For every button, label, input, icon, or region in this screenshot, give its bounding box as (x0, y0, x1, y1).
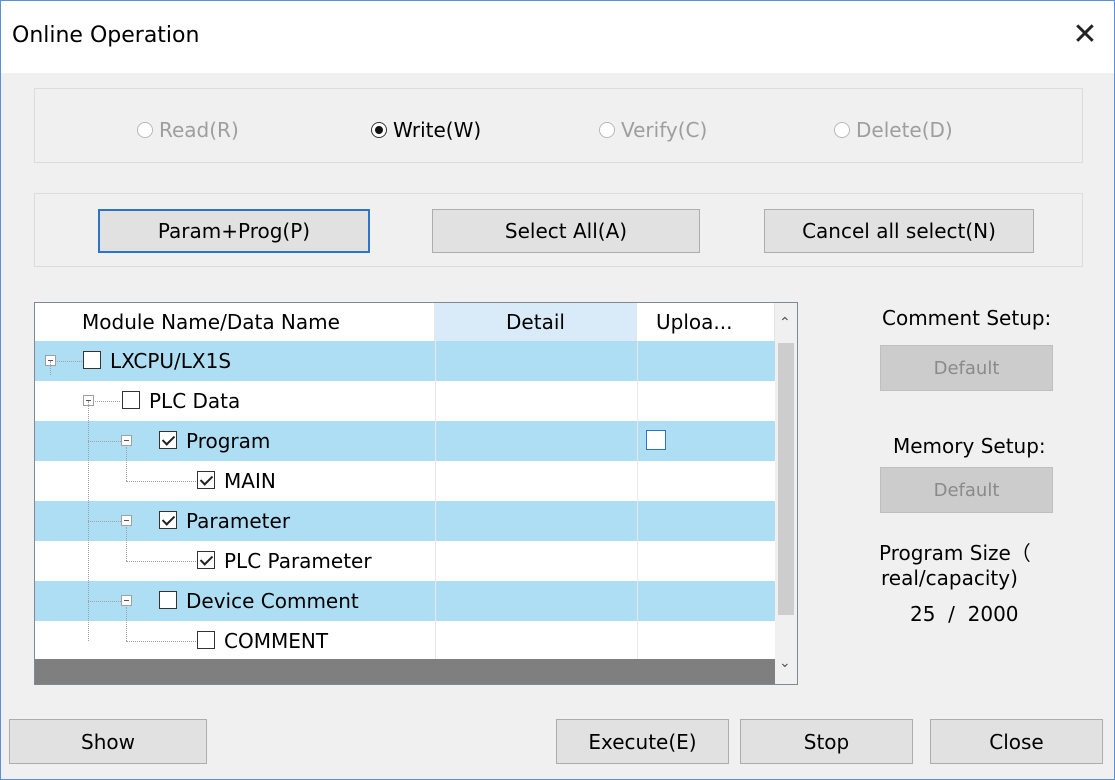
radio-delete-circle[interactable] (834, 122, 850, 138)
collapse-icon[interactable] (121, 595, 132, 606)
radio-delete-label: Delete(D) (856, 118, 953, 142)
column-module-name[interactable]: Module Name/Data Name (35, 303, 435, 341)
column-separator (435, 341, 436, 659)
tree-label-lxcpu: LXCPU/LX1S (110, 349, 232, 373)
tree-line (126, 527, 127, 561)
checkbox-lxcpu[interactable] (83, 351, 101, 369)
checkbox-comment[interactable] (197, 631, 215, 649)
collapse-icon[interactable] (121, 515, 132, 526)
checkbox-program[interactable] (159, 431, 177, 449)
radio-read-circle[interactable] (137, 122, 153, 138)
program-size-value: 25 / 2000 (910, 602, 1019, 626)
tree-line (88, 521, 121, 522)
close-button[interactable]: Close (930, 719, 1103, 764)
tree-label-plc-parameter: PLC Parameter (224, 549, 372, 573)
tree-line (88, 601, 121, 602)
select-all-button[interactable]: Select All(A) (432, 209, 700, 253)
radio-read-label: Read(R) (159, 118, 239, 142)
tree-row-plc-data[interactable]: PLC Data (35, 381, 775, 421)
tree-label-device-comment: Device Comment (186, 589, 359, 613)
scroll-up-icon[interactable]: ⌃ (779, 315, 791, 331)
column-detail[interactable]: Detail (435, 303, 637, 341)
tree-line (126, 607, 127, 641)
cancel-all-select-button[interactable]: Cancel all select(N) (764, 209, 1034, 253)
window-title: Online Operation (12, 23, 200, 48)
collapse-icon[interactable] (121, 435, 132, 446)
tree-label-comment: COMMENT (224, 629, 329, 653)
tree-row-program[interactable]: Program (35, 421, 775, 461)
checkbox-plc-parameter[interactable] (197, 551, 215, 569)
tree-row-parameter[interactable]: Parameter (35, 501, 775, 541)
checkbox-plc-data[interactable] (122, 391, 140, 409)
memory-setup-label: Memory Setup: (893, 434, 1046, 458)
scroll-down-icon[interactable]: ⌄ (779, 655, 791, 671)
tree-label-program: Program (186, 429, 271, 453)
vertical-scrollbar[interactable]: ⌃ ⌄ (775, 303, 797, 684)
radio-verify-label: Verify(C) (621, 118, 708, 142)
tree-line (126, 561, 196, 562)
checkbox-device-comment[interactable] (159, 591, 177, 609)
tree-line (126, 641, 196, 642)
horizontal-scrollbar[interactable] (35, 659, 775, 684)
tree-line (50, 361, 51, 375)
radio-write-circle[interactable] (371, 122, 387, 138)
tree-label-parameter: Parameter (186, 509, 291, 533)
upload-checkbox-program[interactable] (646, 430, 666, 450)
show-button[interactable]: Show (9, 719, 207, 764)
comment-default-button[interactable]: Default (880, 345, 1053, 391)
tree-line (55, 361, 82, 362)
checkbox-parameter[interactable] (159, 511, 177, 529)
radio-delete[interactable]: Delete(D) (834, 115, 953, 145)
tree-row-lxcpu[interactable]: LXCPU/LX1S (35, 341, 775, 381)
tree-label-plc-data: PLC Data (149, 389, 241, 413)
execute-button[interactable]: Execute(E) (556, 719, 729, 764)
radio-write-label: Write(W) (393, 118, 482, 142)
radio-verify-circle[interactable] (599, 122, 615, 138)
column-separator (637, 341, 638, 659)
radio-read[interactable]: Read(R) (137, 115, 239, 145)
memory-default-button[interactable]: Default (880, 467, 1053, 513)
module-data-tree[interactable]: Module Name/Data Name Detail Uploa... LX… (34, 302, 798, 685)
tree-header: Module Name/Data Name Detail Uploa... (35, 303, 797, 341)
program-size-label: Program Size（ (879, 541, 1031, 565)
tree-label-main: MAIN (224, 469, 276, 493)
close-icon[interactable]: ✕ (1070, 17, 1100, 53)
tree-line (126, 447, 127, 481)
tree-row-device-comment[interactable]: Device Comment (35, 581, 775, 621)
title-bar: Online Operation ✕ (1, 1, 1114, 73)
tree-line (88, 441, 121, 442)
checkbox-main[interactable] (197, 471, 215, 489)
tree-line (126, 481, 196, 482)
param-prog-button[interactable]: Param+Prog(P) (98, 209, 370, 253)
column-upload[interactable]: Uploa... (637, 303, 775, 341)
program-size-sublabel: real/capacity) (881, 566, 1018, 590)
radio-write[interactable]: Write(W) (371, 115, 481, 145)
scrollbar-thumb[interactable] (778, 343, 794, 615)
radio-verify[interactable]: Verify(C) (599, 115, 707, 145)
tree-line (93, 401, 120, 402)
stop-button[interactable]: Stop (740, 719, 913, 764)
online-operation-dialog: Online Operation ✕ Read(R) Write(W) Veri… (0, 0, 1115, 780)
comment-setup-label: Comment Setup: (882, 306, 1052, 330)
